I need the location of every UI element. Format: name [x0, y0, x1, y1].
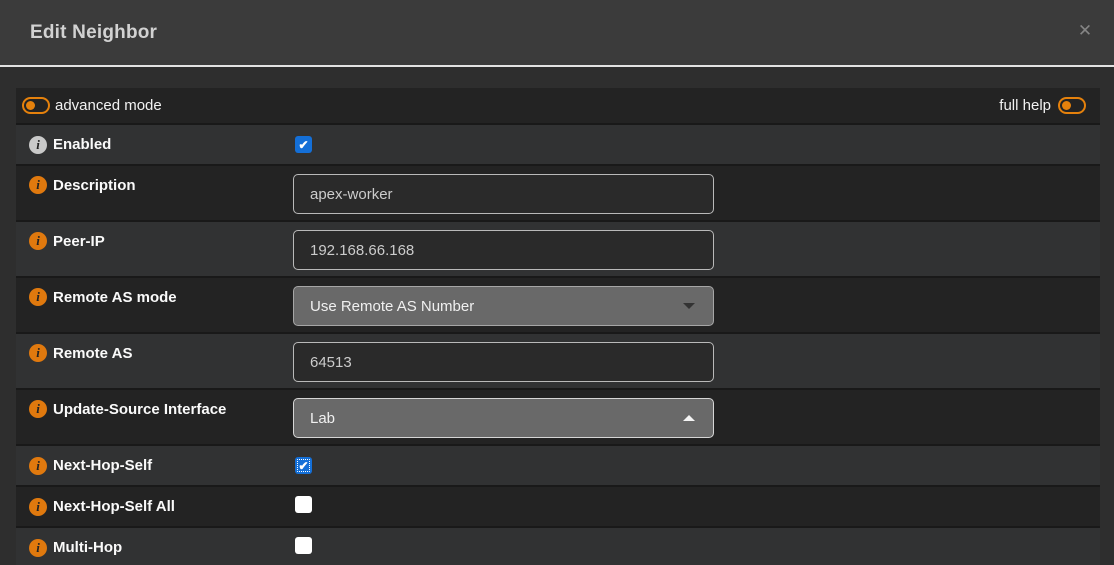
field-label-text: Enabled — [53, 136, 111, 153]
info-icon[interactable]: i — [29, 457, 47, 475]
form-row-remote-as: i Remote AS — [16, 334, 1100, 390]
form-row-description: i Description — [16, 166, 1100, 222]
info-icon[interactable]: i — [29, 232, 47, 250]
field-control-remote-as-mode: Use Remote AS Number — [293, 278, 714, 326]
field-label-enabled: i Enabled — [16, 136, 293, 154]
info-icon[interactable]: i — [29, 400, 47, 418]
field-label-text: Remote AS mode — [53, 289, 177, 306]
field-label-text: Next-Hop-Self — [53, 457, 152, 474]
modal-title: Edit Neighbor — [30, 22, 157, 44]
field-control-next-hop-self-all — [293, 496, 312, 518]
toggle-off-icon[interactable] — [22, 97, 50, 114]
remote-as-input[interactable] — [293, 342, 714, 382]
field-label-text: Description — [53, 177, 136, 194]
info-icon[interactable]: i — [29, 498, 47, 516]
modal-body: advanced mode full help i Enabled i Descrip… — [0, 67, 1114, 565]
advanced-mode-label: advanced mode — [55, 97, 162, 114]
full-help-toggle[interactable]: full help — [999, 97, 1086, 114]
info-icon[interactable]: i — [29, 176, 47, 194]
field-label-text: Multi-Hop — [53, 539, 122, 556]
selected-value: Use Remote AS Number — [310, 298, 474, 315]
info-icon[interactable]: i — [29, 288, 47, 306]
info-icon[interactable]: i — [29, 136, 47, 154]
field-label-peer-ip: i Peer-IP — [16, 222, 293, 250]
info-icon[interactable]: i — [29, 539, 47, 557]
form-row-peer-ip: i Peer-IP — [16, 222, 1100, 278]
field-label-text: Peer-IP — [53, 233, 105, 250]
field-label-text: Next-Hop-Self All — [53, 498, 175, 515]
field-label-remote-as: i Remote AS — [16, 334, 293, 362]
chevron-down-icon — [683, 303, 695, 309]
field-control-next-hop-self — [293, 457, 312, 475]
modal-header: Edit Neighbor ✕ — [0, 0, 1114, 67]
multi-hop-checkbox[interactable] — [295, 537, 312, 554]
peer-ip-input[interactable] — [293, 230, 714, 270]
form-row-remote-as-mode: i Remote AS mode Use Remote AS Number — [16, 278, 1100, 334]
field-label-next-hop-self: i Next-Hop-Self — [16, 457, 293, 475]
field-control-enabled — [293, 136, 312, 154]
field-label-text: Remote AS — [53, 345, 132, 362]
field-control-remote-as — [293, 334, 714, 382]
next-hop-self-checkbox[interactable] — [295, 457, 312, 474]
update-source-interface-select[interactable]: Lab — [293, 398, 714, 438]
full-help-label: full help — [999, 97, 1051, 114]
field-control-multi-hop — [293, 537, 312, 559]
remote-as-mode-select[interactable]: Use Remote AS Number — [293, 286, 714, 326]
field-control-update-source-interface: Lab — [293, 390, 714, 438]
chevron-up-icon — [683, 415, 695, 421]
next-hop-self-all-checkbox[interactable] — [295, 496, 312, 513]
form-row-next-hop-self: i Next-Hop-Self — [16, 446, 1100, 487]
description-input[interactable] — [293, 174, 714, 214]
enabled-checkbox[interactable] — [295, 136, 312, 153]
field-label-update-source-interface: i Update-Source Interface — [16, 390, 293, 418]
field-control-peer-ip — [293, 222, 714, 270]
field-label-multi-hop: i Multi-Hop — [16, 539, 293, 557]
selected-value: Lab — [310, 410, 335, 427]
form-row-next-hop-self-all: i Next-Hop-Self All — [16, 487, 1100, 528]
field-label-text: Update-Source Interface — [53, 401, 226, 418]
field-label-description: i Description — [16, 166, 293, 194]
form-row-multi-hop: i Multi-Hop — [16, 528, 1100, 565]
options-bar: advanced mode full help — [16, 88, 1100, 125]
field-control-description — [293, 166, 714, 214]
advanced-mode-toggle[interactable]: advanced mode — [22, 97, 162, 114]
close-icon[interactable]: ✕ — [1074, 20, 1096, 42]
field-label-remote-as-mode: i Remote AS mode — [16, 278, 293, 306]
field-label-next-hop-self-all: i Next-Hop-Self All — [16, 498, 293, 516]
form-row-enabled: i Enabled — [16, 125, 1100, 166]
info-icon[interactable]: i — [29, 344, 47, 362]
form-row-update-source-interface: i Update-Source Interface Lab — [16, 390, 1100, 446]
form-table: advanced mode full help i Enabled i Descrip… — [16, 88, 1100, 565]
toggle-off-icon[interactable] — [1058, 97, 1086, 114]
form-rows: i Enabled i Description i Peer-IP i Remote AS m… — [16, 125, 1100, 565]
